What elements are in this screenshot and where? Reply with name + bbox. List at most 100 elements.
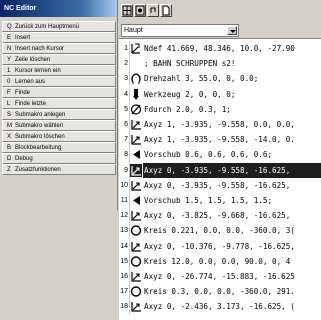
circle-icon (130, 224, 142, 237)
menu-item-insert-after-cursor[interactable]: N Insert nach Kursor (2, 43, 116, 54)
axis-move-icon (130, 163, 142, 177)
chevron-down-icon[interactable] (227, 26, 237, 35)
editor-menu-panel: NC Editor Q Zurück zum Hauptmenü E Insert … (0, 0, 118, 210)
circle-icon (130, 285, 142, 298)
line-number: 3 (124, 75, 128, 83)
line-number: 5 (124, 105, 128, 113)
code-line[interactable]: 11 Vorschub 1.5, 1.5, 1.5, 1.5; (119, 193, 321, 208)
code-line-text: Axyz 0, -2.436, 3.173, -16.625, ( (144, 302, 295, 312)
menu-item-label: Submakro wählen (15, 123, 64, 129)
line-number: 8 (124, 151, 128, 159)
menu-item-key: B (7, 145, 12, 151)
undo-icon (150, 7, 156, 13)
menu-item-key: 1 (7, 68, 11, 74)
code-line[interactable]: 8 Vorschub 0.6, 0.6, 0.6, 0.6; (119, 147, 321, 163)
menu-item-label: Debug (15, 156, 33, 162)
code-line[interactable]: 16 Axyz 0, -26.774, -15.883, -16.625 (119, 269, 321, 284)
code-line[interactable]: 3 Drehzahl 3, 55.0, 0, 0.0; (119, 71, 321, 87)
line-number: 9 (124, 166, 128, 174)
document-icon (162, 5, 170, 16)
code-line[interactable]: 18 Axyz 0, -2.436, 3.173, -16.625, ( (119, 299, 321, 315)
code-line[interactable]: 15 Kreis 12.0, 0.0, 0.0, 90.0, 0, 4 (119, 253, 321, 269)
line-number: 7 (124, 136, 128, 144)
menu-item-extra-functions[interactable]: Z Zusatzfunktionen (2, 164, 116, 175)
menu-title-bar: NC Editor (0, 0, 117, 17)
menu-item-delete-line[interactable]: Y Zeile löschen (2, 54, 116, 65)
menu-item-label: Blockbearbeitung (15, 145, 62, 151)
menu-item-find[interactable]: F Finde (2, 87, 116, 98)
menu-item-create-submacro[interactable]: S Submakro anlegen (2, 109, 116, 120)
menu-item-key: Y (7, 57, 12, 63)
menu-item-key: M (7, 123, 12, 129)
code-line[interactable]: 4 Werkzeug 2, 0, 0, 0; (119, 86, 321, 102)
code-line-text: Vorschub 1.5, 1.5, 1.5, 1.5; (144, 196, 273, 205)
undo-button[interactable] (147, 4, 159, 17)
menu-item-key: Z (7, 167, 11, 173)
code-line-text: Vorschub 0.6, 0.6, 0.6, 0.6; (144, 150, 273, 160)
record-button[interactable] (134, 4, 146, 17)
menu-item-block-edit[interactable]: B Blockbearbeitung (2, 142, 116, 153)
menu-item-key: Q (7, 24, 12, 30)
menu-item-label: Insert (15, 35, 31, 41)
code-line-text: Fdurch 2.0, 0.3, 1; (144, 104, 231, 114)
document-button[interactable] (160, 4, 172, 17)
menu-item-label: Insert nach Kursor (15, 46, 65, 52)
diameter-icon (130, 103, 142, 116)
code-line-text: Axyz 0, -26.774, -15.883, -16.625 (144, 272, 295, 281)
menu-item-find-last[interactable]: L Finde letzte (2, 98, 116, 109)
coordinate-system-icon (130, 42, 142, 55)
code-line-text: Kreis 12.0, 0.0, 0.0, 90.0, 0, 4 (144, 256, 291, 266)
macro-select[interactable]: Haupt (121, 24, 239, 37)
menu-item-insert[interactable]: E Insert (2, 32, 116, 43)
menu-item-key: E (7, 35, 12, 41)
line-number: 12 (120, 212, 128, 220)
code-line[interactable]: 17 Kreis 0.3, 0.0, 0.0, -360.0, 291. (119, 284, 321, 300)
axis-move-icon (130, 270, 142, 283)
axis-move-icon (130, 240, 142, 253)
menu-item-label: Submakro anlegen (15, 112, 66, 118)
menu-item-key: F (7, 90, 11, 96)
menu-item-cursor-learn-on[interactable]: 1 Kursor lernen ein (2, 65, 116, 76)
menu-item-label: Submakro löschen (15, 134, 65, 140)
code-line[interactable]: 1 Ndef 41.669, 48.346, 10.0, -27.90 (119, 41, 321, 56)
line-number: 2 (124, 60, 128, 68)
code-line[interactable]: 10 Axyz 0, -3.935, -9.558, -16.625, (119, 177, 321, 193)
line-number: 4 (124, 90, 128, 98)
code-line-text: Kreis 0.221, 0.0, 0.0, -360.0, 3( (144, 226, 295, 236)
code-line-text: Axyz 1, -3.935, -9.558, -14.0, 0. (144, 135, 295, 145)
blank-icon (130, 57, 142, 70)
axis-move-icon (130, 209, 142, 222)
code-line-text: Axyz 1, -3.935, -9.558, 0.0, 0.0, (144, 120, 295, 129)
code-line-text: Kreis 0.3, 0.0, 0.0, -360.0, 291. (144, 287, 295, 297)
code-line[interactable]: 12 Axyz 0, -3.825, -9.668, -16.625, (119, 208, 321, 224)
code-editor-panel: Haupt 1 Ndef 41.669, 48.346, 10.0, -27.90… (119, 0, 321, 320)
menu-item-label: Kursor lernen ein (15, 68, 61, 74)
code-line-text: Axyz 0, -3.935, -9.558, -16.625, (144, 180, 291, 190)
menu-item-key: X (7, 134, 12, 140)
menu-item-delete-submacro[interactable]: X Submakro löschen (2, 131, 116, 142)
menu-item-key: L (7, 101, 11, 107)
axis-move-icon (130, 179, 142, 192)
code-line[interactable]: 6 Axyz 1, -3.935, -9.558, 0.0, 0.0, (119, 117, 321, 132)
menu-item-label: Zeile löschen (15, 57, 51, 63)
menu-item-key: S (7, 112, 12, 118)
code-line[interactable]: 2 ; BAHN SCHRUPPEN s2! (119, 56, 321, 72)
menu-item-debug[interactable]: D Debug (2, 153, 116, 164)
code-line[interactable]: 13 Kreis 0.221, 0.0, 0.0, -360.0, 3( (119, 223, 321, 239)
menu-item-label: Zurück zum Hauptmenü (15, 24, 80, 30)
record-icon (135, 5, 145, 16)
line-number: 16 (120, 273, 128, 280)
code-listing[interactable]: 1 Ndef 41.669, 48.346, 10.0, -27.90 2 ; BAH… (119, 38, 321, 320)
code-line-selected[interactable]: 9 Axyz 0, -3.935, -9.558, -16.625, (119, 162, 321, 178)
menu-item-learn-off[interactable]: 0 Lernen aus (2, 76, 116, 87)
spindle-speed-icon (130, 72, 142, 85)
grid-button[interactable] (121, 4, 133, 17)
menu-item-back-to-main[interactable]: Q Zurück zum Hauptmenü (2, 21, 116, 32)
grid-icon (122, 5, 132, 16)
code-line[interactable]: 7 Axyz 1, -3.935, -9.558, -14.0, 0. (119, 132, 321, 148)
code-line[interactable]: 5 Fdurch 2.0, 0.3, 1; (119, 101, 321, 117)
code-line-text: Axyz 0, -10.376, -9.778, -16.625, (144, 241, 295, 251)
menu-item-select-submacro[interactable]: M Submakro wählen (2, 120, 116, 131)
menu-item-key: 0 (7, 79, 11, 85)
code-line[interactable]: 14 Axyz 0, -10.376, -9.778, -16.625, (119, 238, 321, 254)
